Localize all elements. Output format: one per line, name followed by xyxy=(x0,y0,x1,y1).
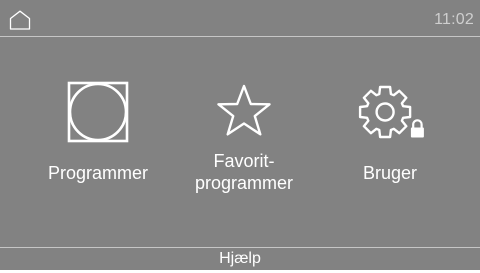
star-icon xyxy=(217,84,271,136)
clock: 11:02 xyxy=(434,11,474,28)
dryer-drum-icon xyxy=(67,81,129,143)
gear-lock-icon xyxy=(358,85,425,139)
tile-programs-label-line: Programmer xyxy=(47,163,149,183)
tile-favorite-programs-label: Favorit- programmer xyxy=(170,150,318,194)
tile-user-label-line: Bruger xyxy=(362,163,418,183)
help-button[interactable]: Hjælp xyxy=(0,248,480,270)
display-screen: 11:02 Programmer Favorit- programmer Bru… xyxy=(0,0,480,270)
tile-programs[interactable]: Programmer xyxy=(24,70,172,220)
tile-user-label: Bruger xyxy=(316,162,464,184)
status-divider xyxy=(0,36,480,37)
status-bar: 11:02 xyxy=(0,0,480,36)
tile-favorite-programs-label-line1: Favorit- xyxy=(213,151,275,171)
tile-favorite-programs-label-line2: programmer xyxy=(194,173,294,193)
home-icon[interactable] xyxy=(9,10,31,30)
tile-user[interactable]: Bruger xyxy=(316,70,464,220)
tile-programs-label: Programmer xyxy=(24,162,172,184)
tile-favorite-programs[interactable]: Favorit- programmer xyxy=(170,70,318,220)
